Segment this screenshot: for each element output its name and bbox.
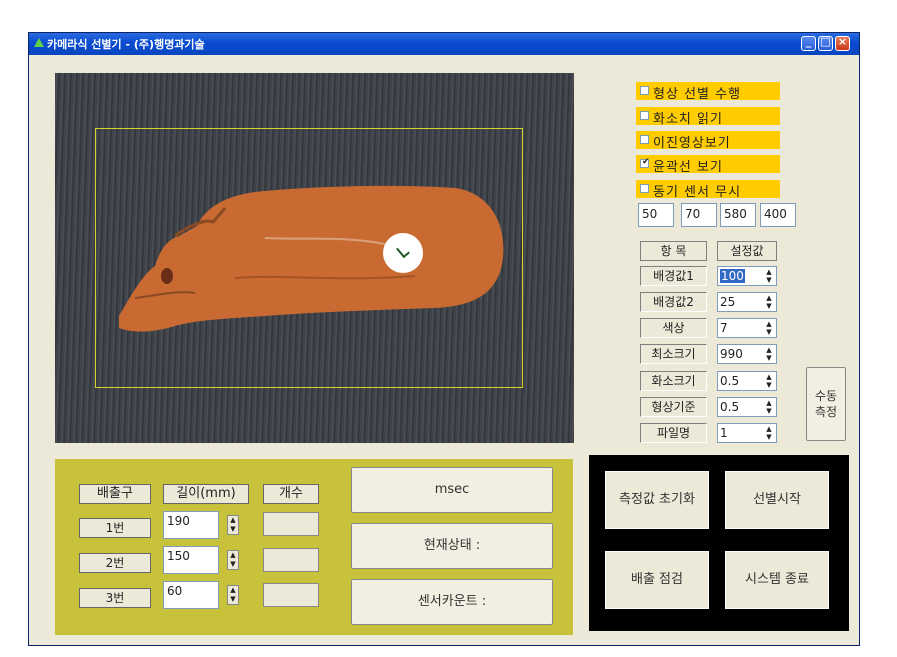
setting-value[interactable]: 1 [720,426,728,440]
close-button[interactable]: × [835,35,850,51]
spinner-arrows-icon[interactable]: ▲ ▼ [763,425,775,441]
roi-height-input[interactable]: 400 [760,203,796,227]
minimize-icon: _ [805,35,812,48]
option-checkbox[interactable] [640,111,649,120]
settings-header-item: 항 목 [640,241,707,261]
option-checkbox[interactable]: ✔ [640,157,650,168]
outlet-label: 3번 [79,588,151,608]
current-status-display[interactable]: 현재상태 : [351,523,553,569]
spinner-arrows-icon[interactable]: ▲ ▼ [227,515,239,535]
outlet-label: 1번 [79,518,151,538]
setting-value[interactable]: 100 [720,269,745,283]
roi-x-input[interactable]: 50 [638,203,674,227]
maximize-icon: □ [820,35,831,48]
option-shape-sort[interactable]: 형상 선별 수행 [636,82,780,102]
outlet-check-button[interactable]: 배출 점검 [605,551,709,609]
setting-label: 색상 [640,318,707,338]
outlet-label: 2번 [79,553,151,573]
start-sorting-button[interactable]: 선별시작 [725,471,829,529]
option-contour-view[interactable]: ✔ 윤곽선 보기 [636,155,780,175]
msec-display[interactable]: msec [351,467,553,513]
option-label: 형상 선별 수행 [653,87,742,102]
camera-view[interactable] [55,73,574,443]
marker-check-icon [396,243,410,259]
length-input[interactable]: 150 [163,546,219,574]
spinner-arrows-icon[interactable]: ▲ ▼ [227,585,239,605]
option-ignore-sync-sensor[interactable]: 동기 센서 무시 [636,180,780,200]
setting-value[interactable]: 990 [720,347,743,361]
spinner-arrows-icon[interactable]: ▲ ▼ [763,294,775,310]
length-input[interactable]: 190 [163,511,219,539]
spinner-arrows-icon[interactable]: ▲ ▼ [763,346,775,362]
length-spinner[interactable]: 190 ▲ ▼ [163,511,239,539]
length-spinner[interactable]: 150 ▲ ▼ [163,546,239,574]
spinner-arrows-icon[interactable]: ▲ ▼ [227,550,239,570]
option-label: 동기 센서 무시 [653,185,742,200]
spinner-arrows-icon[interactable]: ▲ ▼ [763,268,775,284]
sensor-count-display[interactable]: 센서카운트 : [351,579,553,625]
option-checkbox[interactable] [640,135,649,144]
setting-spinner[interactable]: 0.5 ▲ ▼ [717,371,777,391]
manual-measure-button[interactable]: 수동 측정 [806,367,846,441]
outlet-header: 배출구 [79,484,151,504]
setting-spinner[interactable]: 25 ▲ ▼ [717,292,777,312]
length-header: 길이(mm) [163,484,249,504]
option-checkbox[interactable] [640,184,649,193]
window-title: 카메라식 선별기 - (주)행명과기술 [47,38,205,51]
count-field [263,583,319,607]
length-input[interactable]: 60 [163,581,219,609]
outlet-panel: 배출구 길이(mm) 개수 1번 190 ▲ ▼ 2번 150 ▲ ▼ 3번 60 ▲ ▼ … [55,459,573,635]
settings-header-value: 설정값 [717,241,777,261]
setting-label: 파일명 [640,423,707,443]
main-window: 카메라식 선별기 - (주)행명과기술 _ □ × 형상 선별 수행 화소치 읽… [28,32,860,646]
check-mark: ✔ [642,157,650,167]
option-label: 윤곽선 보기 [653,160,723,175]
action-panel: 측정값 초기화 선별시작 배출 점검 시스템 종료 [589,455,849,631]
setting-label: 형상기준 [640,397,707,417]
system-exit-button[interactable]: 시스템 종료 [725,551,829,609]
option-binary-view[interactable]: 이진영상보기 [636,131,780,151]
minimize-button[interactable]: _ [801,35,816,51]
roi-width-input[interactable]: 580 [720,203,756,227]
setting-value[interactable]: 0.5 [720,400,739,414]
setting-spinner[interactable]: 100 ▲ ▼ [717,266,777,286]
setting-spinner[interactable]: 7 ▲ ▼ [717,318,777,338]
maximize-button[interactable]: □ [818,35,833,51]
reset-measurement-button[interactable]: 측정값 초기화 [605,471,709,529]
setting-value[interactable]: 0.5 [720,374,739,388]
option-read-pixels[interactable]: 화소치 읽기 [636,107,780,127]
setting-value[interactable]: 7 [720,321,728,335]
option-checkbox[interactable] [640,86,649,95]
count-field [263,512,319,536]
measurement-marker [383,233,423,273]
spinner-arrows-icon[interactable]: ▲ ▼ [763,373,775,389]
setting-value[interactable]: 25 [720,295,735,309]
roi-y-input[interactable]: 70 [681,203,717,227]
setting-label: 화소크기 [640,371,707,391]
app-icon [34,38,44,47]
title-bar[interactable]: 카메라식 선별기 - (주)행명과기술 _ □ × [29,33,859,55]
setting-spinner[interactable]: 0.5 ▲ ▼ [717,397,777,417]
spinner-arrows-icon[interactable]: ▲ ▼ [763,320,775,336]
setting-label: 배경값1 [640,266,707,286]
count-field [263,548,319,572]
count-header: 개수 [263,484,319,504]
carrot-image [119,185,504,332]
setting-label: 배경값2 [640,292,707,312]
setting-label: 최소크기 [640,344,707,364]
option-label: 화소치 읽기 [653,112,723,127]
close-icon: × [837,35,848,48]
setting-spinner[interactable]: 990 ▲ ▼ [717,344,777,364]
option-label: 이진영상보기 [653,136,731,151]
length-spinner[interactable]: 60 ▲ ▼ [163,581,239,609]
spinner-arrows-icon[interactable]: ▲ ▼ [763,399,775,415]
setting-spinner[interactable]: 1 ▲ ▼ [717,423,777,443]
